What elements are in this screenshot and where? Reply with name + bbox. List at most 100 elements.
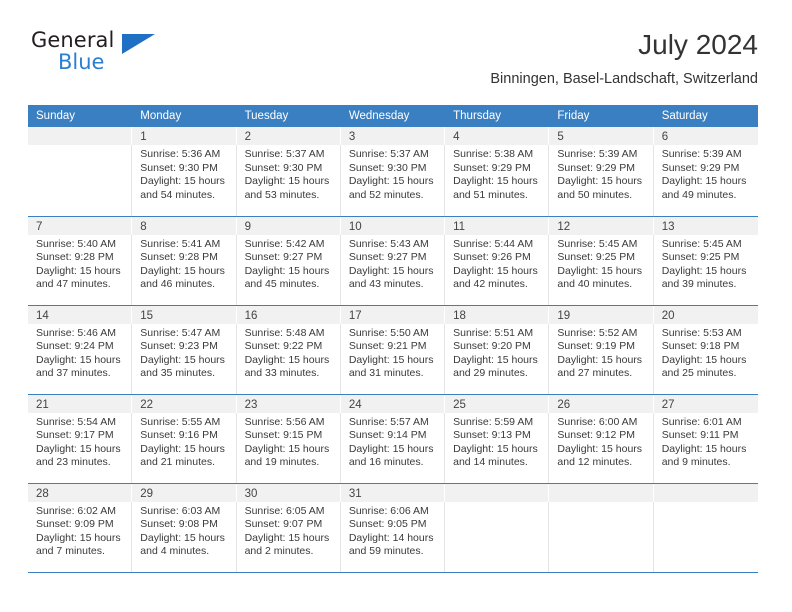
calendar-cell-inner [445, 483, 550, 572]
calendar-cell-inner: 25 Sunrise: 5:59 AM Sunset: 9:13 PM Dayligh… [445, 394, 550, 483]
calendar-cell-day[interactable]: 15 Sunrise: 5:47 AM Sunset: 9:23 PM Dayligh… [132, 305, 237, 395]
calendar-cell-day[interactable]: 19 Sunrise: 5:52 AM Sunset: 9:19 PM Dayligh… [549, 305, 654, 395]
day-details: Sunrise: 6:01 AM Sunset: 9:11 PM Daylight:… [654, 413, 758, 483]
calendar-cell-day[interactable]: 26 Sunrise: 6:00 AM Sunset: 9:12 PM Dayligh… [549, 394, 654, 484]
calendar-cell-day[interactable]: 16 Sunrise: 5:48 AM Sunset: 9:22 PM Dayligh… [236, 305, 341, 395]
calendar-cell-day[interactable]: 28 Sunrise: 6:02 AM Sunset: 9:09 PM Dayligh… [28, 483, 133, 573]
sunrise-text: Sunrise: 5:43 AM [348, 237, 429, 250]
daylight-text: and 31 minutes. [348, 367, 424, 380]
calendar-cell-inner: 18 Sunrise: 5:51 AM Sunset: 9:20 PM Dayligh… [445, 305, 550, 394]
brand-name-general: General [31, 28, 115, 52]
calendar-cell-day[interactable]: 6 Sunrise: 5:39 AM Sunset: 9:29 PM Daylight… [653, 127, 758, 217]
calendar-cell-day[interactable]: 9 Sunrise: 5:42 AM Sunset: 9:27 PM Daylight… [236, 216, 341, 306]
day-details: Sunrise: 5:38 AM Sunset: 9:29 PM Daylight:… [445, 145, 550, 216]
day-number: 13 [661, 220, 675, 233]
day-number: 30 [244, 487, 258, 500]
calendar-cell-day[interactable]: 20 Sunrise: 5:53 AM Sunset: 9:18 PM Dayligh… [653, 305, 758, 395]
calendar-cell-day[interactable]: 4 Sunrise: 5:38 AM Sunset: 9:29 PM Daylight… [445, 127, 550, 217]
day-details: Sunrise: 5:59 AM Sunset: 9:13 PM Daylight:… [445, 412, 550, 483]
day-number: 25 [453, 398, 466, 411]
sunset-text: Sunset: 9:14 PM [348, 429, 427, 442]
day-number-bar: 14 [28, 305, 133, 324]
calendar-cell-day[interactable]: 25 Sunrise: 5:59 AM Sunset: 9:13 PM Dayligh… [445, 394, 550, 484]
calendar-cell-day[interactable]: 31 Sunrise: 6:06 AM Sunset: 9:05 PM Dayligh… [340, 483, 446, 573]
calendar-cell-day[interactable]: 8 Sunrise: 5:41 AM Sunset: 9:28 PM Daylight… [132, 216, 237, 306]
calendar-cell-day[interactable]: 22 Sunrise: 5:55 AM Sunset: 9:16 PM Dayligh… [132, 394, 237, 484]
calendar-cell-inner: 23 Sunrise: 5:56 AM Sunset: 9:15 PM Dayligh… [236, 394, 341, 483]
calendar-page: General Blue July 2024 Binningen, Basel-… [0, 0, 792, 612]
daylight-text: Daylight: 15 hours [140, 353, 225, 366]
daylight-text: Daylight: 15 hours [140, 531, 225, 544]
calendar-cell-empty [549, 483, 654, 573]
daylight-text: and 19 minutes. [244, 456, 320, 469]
calendar-cell-day[interactable]: 13 Sunrise: 5:45 AM Sunset: 9:25 PM Dayligh… [653, 216, 758, 306]
sunset-text: Sunset: 9:15 PM [244, 429, 323, 442]
calendar-cell-day[interactable]: 5 Sunrise: 5:39 AM Sunset: 9:29 PM Daylight… [549, 127, 654, 217]
daylight-text: and 35 minutes. [140, 367, 215, 380]
calendar-cell-day[interactable]: 24 Sunrise: 5:57 AM Sunset: 9:14 PM Dayligh… [340, 394, 446, 484]
sunset-text: Sunset: 9:26 PM [453, 251, 531, 264]
day-number-bar: 8 [132, 216, 237, 235]
day-number: 12 [557, 220, 571, 233]
day-number-bar: 4 [445, 127, 550, 145]
sunrise-text: Sunrise: 5:48 AM [244, 326, 325, 339]
day-number-bar: 6 [653, 127, 758, 145]
daylight-text: Daylight: 15 hours [557, 175, 643, 188]
daylight-text: and 59 minutes. [348, 545, 424, 558]
daylight-text: Daylight: 15 hours [557, 353, 643, 366]
calendar-cell-day[interactable]: 27 Sunrise: 6:01 AM Sunset: 9:11 PM Dayligh… [653, 394, 758, 484]
calendar-cell-day[interactable]: 14 Sunrise: 5:46 AM Sunset: 9:24 PM Dayligh… [28, 305, 133, 395]
calendar-cell-day[interactable]: 17 Sunrise: 5:50 AM Sunset: 9:21 PM Dayligh… [340, 305, 446, 395]
day-number: 9 [244, 220, 251, 233]
sunset-text: Sunset: 9:28 PM [36, 251, 114, 264]
sunset-text: Sunset: 9:05 PM [348, 518, 427, 531]
calendar-cell-day[interactable]: 2 Sunrise: 5:37 AM Sunset: 9:30 PM Daylight… [236, 127, 341, 217]
day-number: 31 [348, 487, 362, 500]
calendar-cell-day[interactable]: 3 Sunrise: 5:37 AM Sunset: 9:30 PM Daylight… [340, 127, 446, 217]
daylight-text: Daylight: 15 hours [244, 531, 330, 544]
daylight-text: Daylight: 15 hours [661, 264, 747, 277]
day-number-bar: 24 [340, 394, 446, 413]
day-number-bar [549, 483, 654, 502]
brand-logo[interactable]: General Blue [28, 28, 158, 80]
sunrise-text: Sunrise: 5:38 AM [453, 148, 534, 160]
daylight-text: Daylight: 15 hours [244, 353, 330, 366]
daylight-text: Daylight: 15 hours [140, 442, 225, 455]
day-number-bar: 10 [340, 216, 446, 235]
calendar-cell-day[interactable]: 11 Sunrise: 5:44 AM Sunset: 9:26 PM Dayligh… [445, 216, 550, 306]
daylight-text: Daylight: 15 hours [557, 442, 643, 455]
day-details: Sunrise: 5:50 AM Sunset: 9:21 PM Daylight:… [341, 323, 446, 394]
calendar-cell-day[interactable]: 12 Sunrise: 5:45 AM Sunset: 9:25 PM Dayligh… [549, 216, 654, 306]
day-number-bar: 26 [549, 394, 654, 413]
sunset-text: Sunset: 9:13 PM [453, 429, 531, 442]
day-number: 21 [36, 398, 49, 411]
calendar-cell-day[interactable]: 10 Sunrise: 5:43 AM Sunset: 9:27 PM Dayligh… [340, 216, 446, 306]
day-number-bar: 25 [445, 394, 550, 413]
day-details [549, 501, 654, 572]
calendar-cell-day[interactable]: 1 Sunrise: 5:36 AM Sunset: 9:30 PM Daylight… [132, 127, 237, 217]
sunset-text: Sunset: 9:30 PM [348, 161, 427, 174]
calendar-cell-day[interactable]: 30 Sunrise: 6:05 AM Sunset: 9:07 PM Dayligh… [236, 483, 341, 573]
calendar-cell-day[interactable]: 21 Sunrise: 5:54 AM Sunset: 9:17 PM Dayligh… [28, 394, 133, 484]
day-number: 18 [453, 309, 466, 322]
daylight-text: Daylight: 15 hours [244, 264, 330, 277]
calendar-cell-day[interactable]: 7 Sunrise: 5:40 AM Sunset: 9:28 PM Daylight… [28, 216, 133, 306]
daylight-text: and 39 minutes. [661, 278, 737, 291]
day-number: 10 [348, 220, 362, 233]
calendar-cell-day[interactable]: 23 Sunrise: 5:56 AM Sunset: 9:15 PM Dayligh… [236, 394, 341, 484]
sunset-text: Sunset: 9:28 PM [140, 251, 218, 264]
daylight-text: and 37 minutes. [36, 367, 111, 380]
daylight-text: Daylight: 15 hours [348, 264, 434, 277]
calendar-week-row: 1 Sunrise: 5:36 AM Sunset: 9:30 PM Daylight… [28, 127, 758, 217]
day-number: 4 [453, 131, 460, 143]
weekday-header-monday: Monday [132, 105, 237, 127]
page-header: General Blue July 2024 Binningen, Basel-… [28, 28, 758, 96]
day-number: 17 [348, 309, 362, 322]
calendar-cell-inner: 12 Sunrise: 5:45 AM Sunset: 9:25 PM Dayligh… [549, 216, 654, 305]
daylight-text: and 2 minutes. [244, 545, 314, 558]
day-number: 29 [140, 487, 154, 500]
calendar-cell-day[interactable]: 29 Sunrise: 6:03 AM Sunset: 9:08 PM Dayligh… [132, 483, 237, 573]
calendar-cell-day[interactable]: 18 Sunrise: 5:51 AM Sunset: 9:20 PM Dayligh… [445, 305, 550, 395]
day-number-bar: 17 [340, 305, 446, 324]
day-details: Sunrise: 5:56 AM Sunset: 9:15 PM Daylight:… [237, 412, 341, 483]
